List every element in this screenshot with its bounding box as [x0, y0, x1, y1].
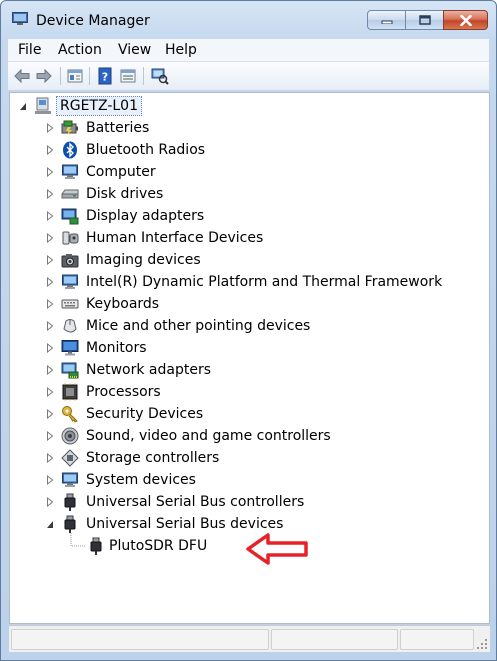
minimize-icon [381, 20, 392, 24]
minimize-button[interactable] [367, 10, 406, 30]
help-icon[interactable]: ? [96, 67, 114, 85]
back-arrow-icon[interactable] [13, 67, 31, 85]
show-hidden-icon[interactable] [119, 67, 137, 85]
maximize-icon [418, 15, 431, 25]
toolbar: ? [8, 62, 489, 91]
device-manager-app-icon [12, 12, 28, 25]
scan-hardware-icon[interactable] [151, 67, 169, 85]
toolbar-separator [60, 67, 61, 85]
device-label-plutosdr[interactable]: PlutoSDR DFU [109, 537, 207, 555]
close-button[interactable] [443, 10, 488, 30]
status-pane-3 [400, 629, 474, 650]
close-icon [459, 14, 472, 26]
status-pane-2 [271, 629, 398, 650]
svg-text:?: ? [102, 71, 108, 84]
status-pane-main [11, 629, 269, 650]
properties-sheet-icon[interactable] [66, 67, 84, 85]
toolbar-separator [89, 67, 90, 85]
forward-arrow-icon[interactable] [35, 67, 53, 85]
maximize-button[interactable] [405, 10, 444, 30]
menu-action[interactable]: Action [58, 42, 102, 58]
title-bar[interactable]: Device Manager [1, 1, 496, 37]
menu-view[interactable]: View [118, 42, 151, 58]
menu-help[interactable]: Help [165, 42, 197, 58]
device-manager-window: Device Manager File Action View Help ? R… [0, 0, 497, 661]
red-pointer-arrow-icon [246, 533, 308, 565]
resize-grip-icon[interactable] [476, 638, 488, 650]
usb-plug-icon [90, 537, 102, 555]
status-bar [9, 625, 490, 652]
menu-bar: File Action View Help [8, 39, 489, 62]
menu-file[interactable]: File [18, 42, 41, 58]
toolbar-separator [143, 67, 144, 85]
window-title: Device Manager [36, 13, 150, 29]
